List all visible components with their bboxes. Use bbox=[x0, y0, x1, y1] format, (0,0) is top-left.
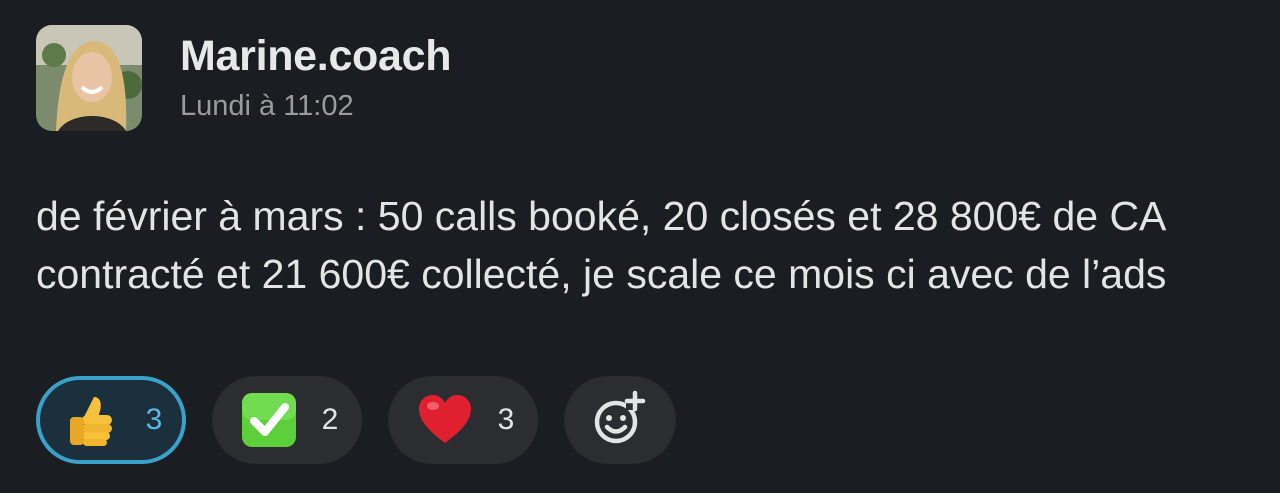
message-timestamp[interactable]: Lundi à 11:02 bbox=[180, 88, 354, 124]
reaction-thumbs-up[interactable]: 3 bbox=[36, 376, 186, 464]
avatar[interactable] bbox=[36, 25, 142, 131]
red-heart-icon bbox=[416, 391, 474, 449]
add-reaction-button[interactable] bbox=[564, 376, 676, 464]
reaction-count: 2 bbox=[321, 403, 339, 436]
thumbs-up-icon bbox=[64, 391, 122, 449]
check-mark-button-icon bbox=[240, 391, 298, 449]
reaction-bar: 3 2 3 bbox=[36, 376, 676, 464]
reaction-red-heart[interactable]: 3 bbox=[388, 376, 538, 464]
reaction-check-mark[interactable]: 2 bbox=[212, 376, 362, 464]
message-text: de février à mars : 50 calls booké, 20 c… bbox=[36, 193, 1167, 297]
add-reaction-icon bbox=[592, 390, 648, 451]
message: Marine.coach Lundi à 11:02 de février à … bbox=[0, 0, 1280, 493]
reaction-count: 3 bbox=[145, 403, 163, 436]
author-name[interactable]: Marine.coach bbox=[180, 30, 452, 82]
reaction-count: 3 bbox=[497, 403, 515, 436]
